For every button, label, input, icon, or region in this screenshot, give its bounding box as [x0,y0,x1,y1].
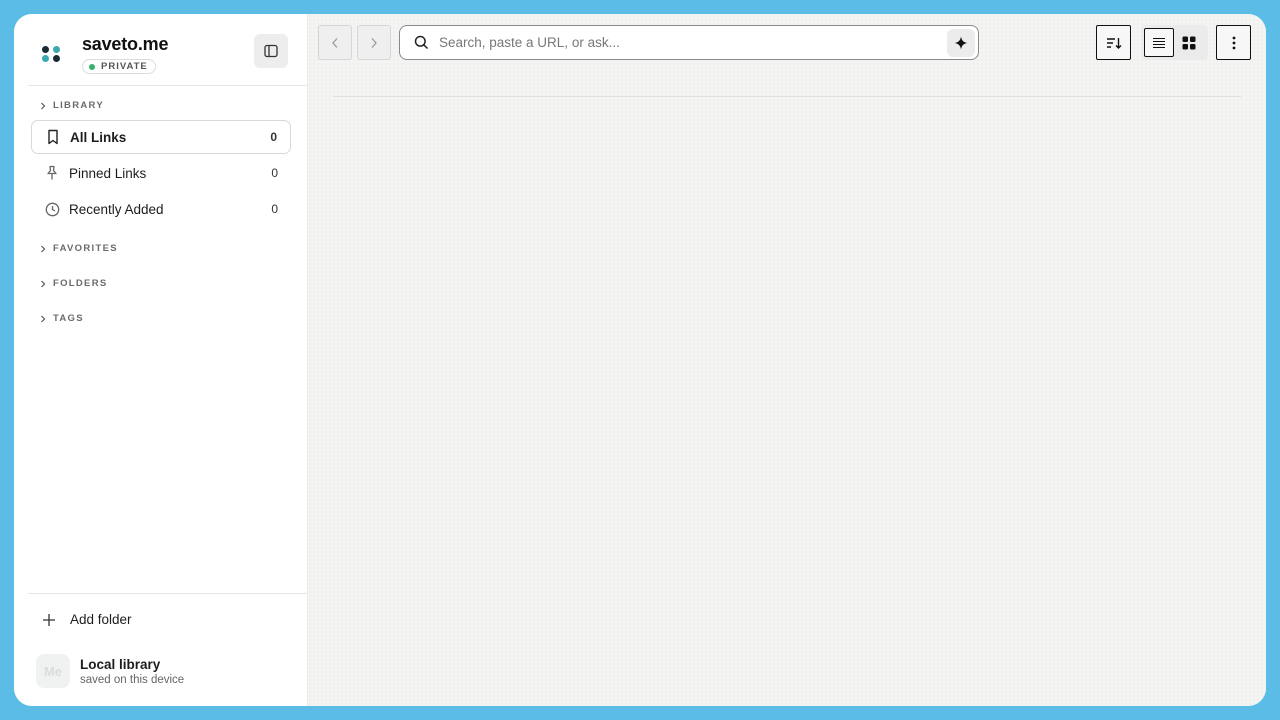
chevron-right-icon [41,245,46,252]
sidebar-item-count: 0 [271,202,278,216]
pin-icon [44,165,60,181]
chevron-right-icon [371,37,377,48]
content-divider [333,96,1241,97]
sidebar-divider-top [28,85,307,86]
sort-icon [1106,37,1121,49]
search-input[interactable] [439,26,947,59]
add-folder-button[interactable]: Add folder [42,612,132,627]
sidebar-item-count: 0 [270,130,277,144]
plus-icon [43,613,55,626]
list-icon [1153,37,1165,48]
more-vertical-icon [1232,36,1235,49]
sidebar-toggle-icon [264,44,278,58]
search-bar[interactable] [399,25,979,60]
logo-icon [38,40,66,68]
privacy-badge: PRIVATE [82,59,156,74]
privacy-badge-label: PRIVATE [101,61,148,72]
add-folder-label: Add folder [70,612,132,627]
app-name: saveto.me [82,34,169,54]
account-box[interactable]: Me Local library saved on this device [36,654,184,688]
more-options-button[interactable] [1216,25,1251,60]
account-name: Local library [80,656,161,672]
bookmark-icon [45,129,61,145]
chevron-left-icon [332,37,338,48]
ask-ai-button[interactable] [947,28,975,57]
chevron-right-icon [41,280,46,287]
search-icon [414,35,429,50]
avatar: Me [36,654,70,688]
sort-button[interactable] [1096,25,1131,60]
back-button[interactable] [318,25,352,60]
sidebar-item-recently-added[interactable]: Recently Added 0 [31,192,291,226]
sidebar-item-all-links[interactable]: All Links 0 [31,120,291,154]
section-tags[interactable]: TAGS [40,313,84,324]
view-toggle [1141,25,1208,60]
list-view-button[interactable] [1144,28,1174,57]
sidebar-item-label: All Links [70,129,127,145]
section-favorites-label: FAVORITES [53,243,118,254]
sidebar-item-label: Recently Added [69,201,164,217]
grid-icon [1182,36,1196,49]
collapse-sidebar-button[interactable] [254,34,288,68]
sparkle-icon [954,36,968,49]
sidebar: saveto.me PRIVATE LIBRARY All Links 0 Pi… [14,14,308,706]
main-content [308,14,1266,706]
forward-button[interactable] [357,25,391,60]
app-window: saveto.me PRIVATE LIBRARY All Links 0 Pi… [14,14,1266,706]
toolbar [308,14,1266,71]
section-favorites[interactable]: FAVORITES [40,243,118,254]
section-folders-label: FOLDERS [53,278,108,289]
section-tags-label: TAGS [53,313,84,324]
section-library-label: LIBRARY [53,100,104,111]
clock-icon [44,201,60,217]
sidebar-item-label: Pinned Links [69,165,147,181]
section-library[interactable]: LIBRARY [40,100,104,111]
status-dot-icon [89,63,95,70]
chevron-right-icon [41,102,46,109]
sidebar-divider-bottom [28,593,307,594]
account-subtitle: saved on this device [80,673,185,686]
section-folders[interactable]: FOLDERS [40,278,108,289]
grid-view-button[interactable] [1174,28,1204,57]
sidebar-item-pinned-links[interactable]: Pinned Links 0 [31,156,291,190]
chevron-right-icon [41,315,46,322]
brand: saveto.me PRIVATE [38,34,168,74]
sidebar-item-count: 0 [271,166,278,180]
